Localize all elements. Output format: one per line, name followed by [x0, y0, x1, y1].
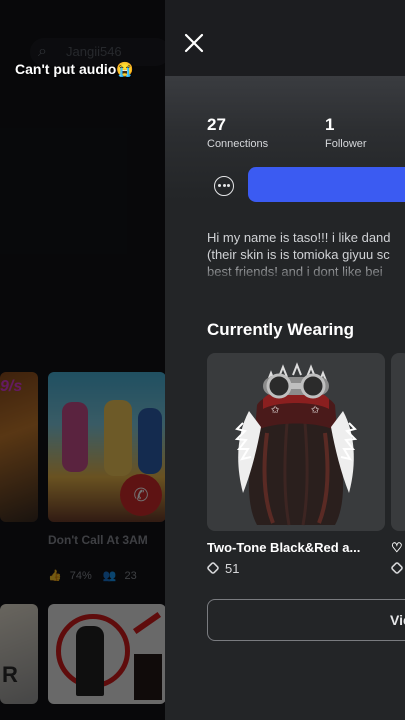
- character-figure: [62, 402, 88, 472]
- wearing-item-price: [390, 561, 405, 576]
- followers-label: Follower: [325, 138, 367, 150]
- wearing-item-name[interactable]: ♡: [391, 540, 403, 556]
- game-stats: 👍 74% 👥 23: [48, 569, 145, 582]
- character-figure: [76, 626, 104, 696]
- svg-text:✩: ✩: [271, 405, 280, 416]
- followers-stat[interactable]: 1 Follower: [325, 115, 367, 150]
- hair-accessory-thumbnail: ✩ ✩: [234, 362, 358, 526]
- game-title[interactable]: Don't Call At 3AM: [48, 533, 148, 547]
- dark-figure-graphic: [134, 654, 162, 700]
- view-all-label: Vie: [390, 612, 405, 628]
- followers-count: 1: [325, 115, 335, 134]
- character-figure: [138, 408, 162, 474]
- primary-action-button[interactable]: [248, 167, 405, 202]
- more-options-icon-dot: [222, 184, 226, 187]
- character-figure: [104, 400, 132, 476]
- search-icon: ⌕: [38, 43, 47, 60]
- game-tile-letters: R: [2, 662, 18, 687]
- currently-wearing-title: Currently Wearing: [207, 320, 355, 339]
- wearing-item-name[interactable]: Two-Tone Black&Red a...: [207, 540, 360, 555]
- close-button[interactable]: [179, 28, 209, 58]
- more-options-button[interactable]: [214, 176, 234, 196]
- connections-count: 27: [207, 115, 226, 134]
- game-tile-badge: 9/s: [0, 378, 23, 395]
- video-caption: Can't put audio😭: [15, 61, 134, 77]
- more-options-icon: [218, 184, 221, 187]
- price-value: 51: [225, 561, 240, 576]
- game-tile[interactable]: 9/s: [0, 372, 38, 522]
- game-tile-dont-call[interactable]: ✆ ✆: [48, 372, 165, 522]
- svg-text:✩: ✩: [311, 405, 320, 416]
- red-arrow-graphic: [132, 611, 162, 635]
- game-tile[interactable]: R: [0, 604, 38, 704]
- more-options-icon-dot: [227, 184, 230, 187]
- profile-panel: 27 Connections 1 Follower Hi my name is …: [165, 0, 405, 720]
- bio-fade: [165, 262, 405, 284]
- connections-stat[interactable]: 27 Connections: [207, 115, 268, 150]
- game-players: 23: [124, 570, 137, 582]
- game-tile[interactable]: [48, 604, 165, 704]
- game-rating: 74%: [69, 570, 92, 582]
- wearing-item-card[interactable]: ✩ ✩: [207, 353, 385, 531]
- background-app: ⌕ Jangii546 9/s ✆ ✆ Don't Call At 3AM 👍 7…: [0, 0, 165, 720]
- decline-call-icon: ✆: [120, 474, 162, 516]
- robux-icon: [206, 561, 220, 575]
- view-all-button[interactable]: Vie: [207, 599, 405, 641]
- panel-header: [165, 0, 405, 76]
- wearing-item-price: 51: [206, 561, 240, 576]
- thumbs-up-icon: 👍: [48, 570, 62, 582]
- players-icon: 👥: [102, 570, 117, 582]
- search-username: Jangii546: [66, 44, 122, 59]
- connections-label: Connections: [207, 138, 269, 150]
- close-icon: [184, 33, 204, 53]
- wearing-item-card[interactable]: [391, 353, 405, 531]
- robux-icon: [390, 561, 404, 575]
